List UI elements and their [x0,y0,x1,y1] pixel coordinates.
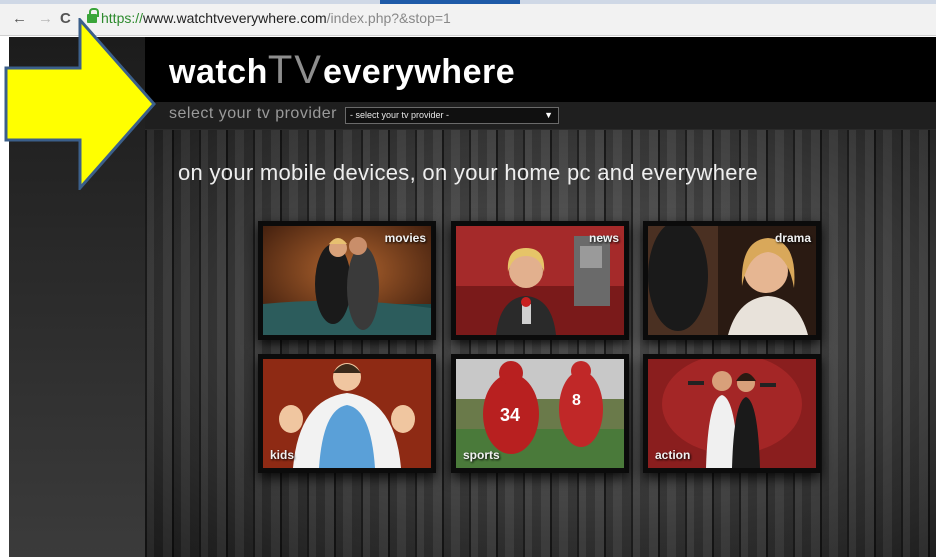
tile-movies[interactable]: movies [258,221,436,340]
provider-select-value: - select your tv provider - [350,110,450,120]
site-container: watchTVeverywhere select your tv provide… [145,37,936,557]
tagline: on your mobile devices, on your home pc … [178,160,758,185]
tile-news[interactable]: news [451,221,629,340]
url-host: www.watchtveverywhere.com [143,10,327,26]
tile-label: sports [463,448,500,462]
content-stage: on your mobile devices, on your home pc … [145,130,936,557]
annotation-arrow-icon [4,18,156,190]
logo-watch: watch [169,53,268,91]
logo-everywhere: everywhere [322,53,516,91]
tile-kids[interactable]: kids [258,354,436,473]
tile-label: kids [270,448,295,462]
masthead: watchTVeverywhere [145,37,936,102]
tile-label: drama [774,231,811,245]
provider-label: select your tv provider [169,105,338,122]
site-logo[interactable]: watchTVeverywhere [169,48,515,93]
tile-label: news [588,231,619,245]
tile-label: action [655,448,691,462]
svg-text:34: 34 [500,405,520,425]
svg-text:8: 8 [572,392,581,409]
tile-action[interactable]: action [643,354,821,473]
caret-down-icon: ▼ [544,110,553,120]
logo-tv: TV [267,48,323,92]
tile-label: movies [384,231,426,245]
provider-select[interactable]: - select your tv provider - ▼ [345,107,559,124]
provider-bar: select your tv provider - select your tv… [145,102,936,130]
tile-drama[interactable]: drama [643,221,821,340]
tile-sports[interactable]: 34 8 sports [451,354,629,473]
url-path: /index.php?&stop=1 [326,10,451,26]
